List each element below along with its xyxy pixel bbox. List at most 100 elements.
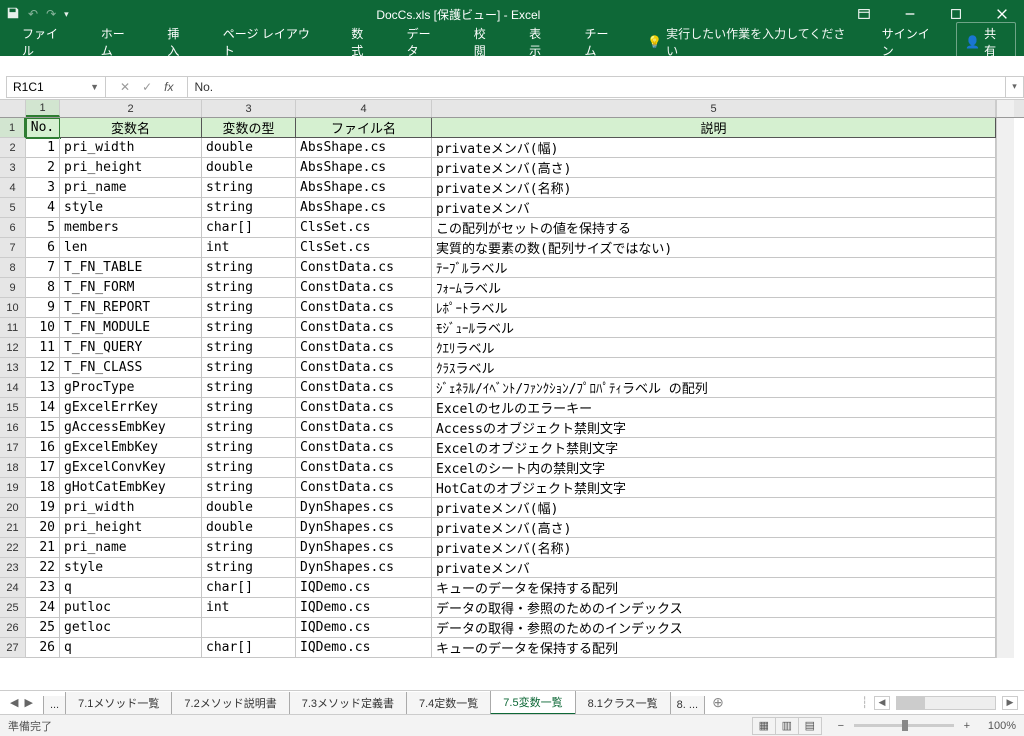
formula-input[interactable]: No. [188, 76, 1006, 98]
tab-home[interactable]: ホーム [87, 28, 150, 56]
redo-icon[interactable]: ↷ [46, 7, 56, 21]
cell[interactable]: 12 [26, 358, 60, 378]
cell[interactable]: T_FN_REPORT [60, 298, 202, 318]
name-box[interactable]: R1C1 ▼ [6, 76, 106, 98]
cell[interactable]: T_FN_FORM [60, 278, 202, 298]
cell[interactable]: putloc [60, 598, 202, 618]
cell[interactable]: 16 [26, 438, 60, 458]
cell[interactable]: IQDemo.cs [296, 638, 432, 658]
col-header-4[interactable]: 4 [296, 100, 432, 117]
fx-icon[interactable]: fx [164, 80, 173, 94]
cell[interactable]: pri_height [60, 518, 202, 538]
cell[interactable]: ClsSet.cs [296, 238, 432, 258]
cell[interactable]: AbsShape.cs [296, 158, 432, 178]
cell[interactable]: ﾓｼﾞｭｰﾙラベル [432, 318, 996, 338]
cell[interactable]: gAccessEmbKey [60, 418, 202, 438]
cell[interactable]: ｸﾗｽラベル [432, 358, 996, 378]
row-header[interactable]: 16 [0, 418, 26, 438]
cell[interactable]: T_FN_TABLE [60, 258, 202, 278]
cell[interactable]: privateメンバ [432, 198, 996, 218]
cell[interactable]: キューのデータを保持する配列 [432, 638, 996, 658]
signin-link[interactable]: サインイン [870, 25, 952, 59]
cell[interactable]: ﾚﾎﾟｰﾄラベル [432, 298, 996, 318]
tab-insert[interactable]: 挿入 [153, 28, 204, 56]
cell[interactable]: pri_width [60, 498, 202, 518]
cell[interactable]: pri_width [60, 138, 202, 158]
col-header-5[interactable]: 5 [432, 100, 996, 117]
cell[interactable]: ｸｴﾘラベル [432, 338, 996, 358]
cell[interactable]: 4 [26, 198, 60, 218]
cell[interactable]: string [202, 458, 296, 478]
cell[interactable]: string [202, 378, 296, 398]
tab-view[interactable]: 表示 [515, 28, 566, 56]
select-all-corner[interactable] [0, 100, 26, 117]
cell[interactable]: AbsShape.cs [296, 138, 432, 158]
cell[interactable]: double [202, 138, 296, 158]
cell[interactable]: 15 [26, 418, 60, 438]
hscroll-right-icon[interactable]: ▶ [1002, 696, 1018, 710]
row-header[interactable]: 21 [0, 518, 26, 538]
zoom-level[interactable]: 100% [988, 720, 1016, 732]
cell[interactable]: q [60, 638, 202, 658]
enter-icon[interactable]: ✓ [142, 80, 152, 94]
cell[interactable]: T_FN_CLASS [60, 358, 202, 378]
cell[interactable]: ConstData.cs [296, 338, 432, 358]
cell[interactable]: 19 [26, 498, 60, 518]
row-header[interactable]: 14 [0, 378, 26, 398]
cell[interactable]: privateメンバ(名称) [432, 538, 996, 558]
cell[interactable]: Accessのオブジェクト禁則文字 [432, 418, 996, 438]
cell[interactable]: 23 [26, 578, 60, 598]
row-header[interactable]: 27 [0, 638, 26, 658]
cell[interactable]: AbsShape.cs [296, 178, 432, 198]
cell[interactable]: int [202, 238, 296, 258]
cell[interactable]: gExcelErrKey [60, 398, 202, 418]
cell[interactable]: q [60, 578, 202, 598]
cell[interactable]: members [60, 218, 202, 238]
cell[interactable]: string [202, 198, 296, 218]
formula-expand-icon[interactable]: ▾ [1006, 76, 1024, 98]
cell[interactable]: 1 [26, 138, 60, 158]
cell[interactable]: pri_name [60, 178, 202, 198]
cell[interactable]: T_FN_QUERY [60, 338, 202, 358]
cell[interactable]: ｼﾞｪﾈﾗﾙ/ｲﾍﾞﾝﾄ/ﾌｧﾝｸｼｮﾝ/ﾌﾟﾛﾊﾟﾃｨラベル の配列 [432, 378, 996, 398]
cell[interactable]: Excelのオブジェクト禁則文字 [432, 438, 996, 458]
cell[interactable]: この配列がセットの値を保持する [432, 218, 996, 238]
horizontal-scrollbar[interactable] [896, 696, 996, 710]
page-break-view-icon[interactable]: ▤ [798, 717, 822, 735]
row-header[interactable]: 20 [0, 498, 26, 518]
cell[interactable]: ConstData.cs [296, 458, 432, 478]
cell[interactable]: ファイル名 [296, 118, 432, 138]
row-header[interactable]: 3 [0, 158, 26, 178]
cell[interactable]: 13 [26, 378, 60, 398]
cell[interactable]: 22 [26, 558, 60, 578]
cell[interactable]: 14 [26, 398, 60, 418]
cell[interactable]: DynShapes.cs [296, 518, 432, 538]
cell[interactable]: double [202, 158, 296, 178]
cell[interactable]: string [202, 358, 296, 378]
sheet-tab[interactable]: 7.4定数一覧 [406, 692, 491, 715]
cell[interactable]: ConstData.cs [296, 298, 432, 318]
row-header[interactable]: 13 [0, 358, 26, 378]
cell[interactable]: ConstData.cs [296, 258, 432, 278]
cell[interactable]: string [202, 438, 296, 458]
cell[interactable]: pri_name [60, 538, 202, 558]
tab-team[interactable]: チーム [570, 28, 633, 56]
sheet-overflow-left[interactable]: ... [43, 696, 66, 715]
cell[interactable]: データの取得・参照のためのインデックス [432, 618, 996, 638]
minimize-icon[interactable] [888, 0, 932, 28]
row-header[interactable]: 26 [0, 618, 26, 638]
row-header[interactable]: 4 [0, 178, 26, 198]
cell[interactable]: string [202, 258, 296, 278]
row-header[interactable]: 11 [0, 318, 26, 338]
cell[interactable]: ﾃｰﾌﾞﾙラベル [432, 258, 996, 278]
cell[interactable]: 24 [26, 598, 60, 618]
row-header[interactable]: 5 [0, 198, 26, 218]
cell[interactable]: 説明 [432, 118, 996, 138]
cell[interactable]: pri_height [60, 158, 202, 178]
cell[interactable]: 3 [26, 178, 60, 198]
tab-file[interactable]: ファイル [8, 28, 83, 56]
cell[interactable]: DynShapes.cs [296, 498, 432, 518]
cell[interactable]: getloc [60, 618, 202, 638]
undo-icon[interactable]: ↶ [28, 7, 38, 21]
cell[interactable]: string [202, 538, 296, 558]
